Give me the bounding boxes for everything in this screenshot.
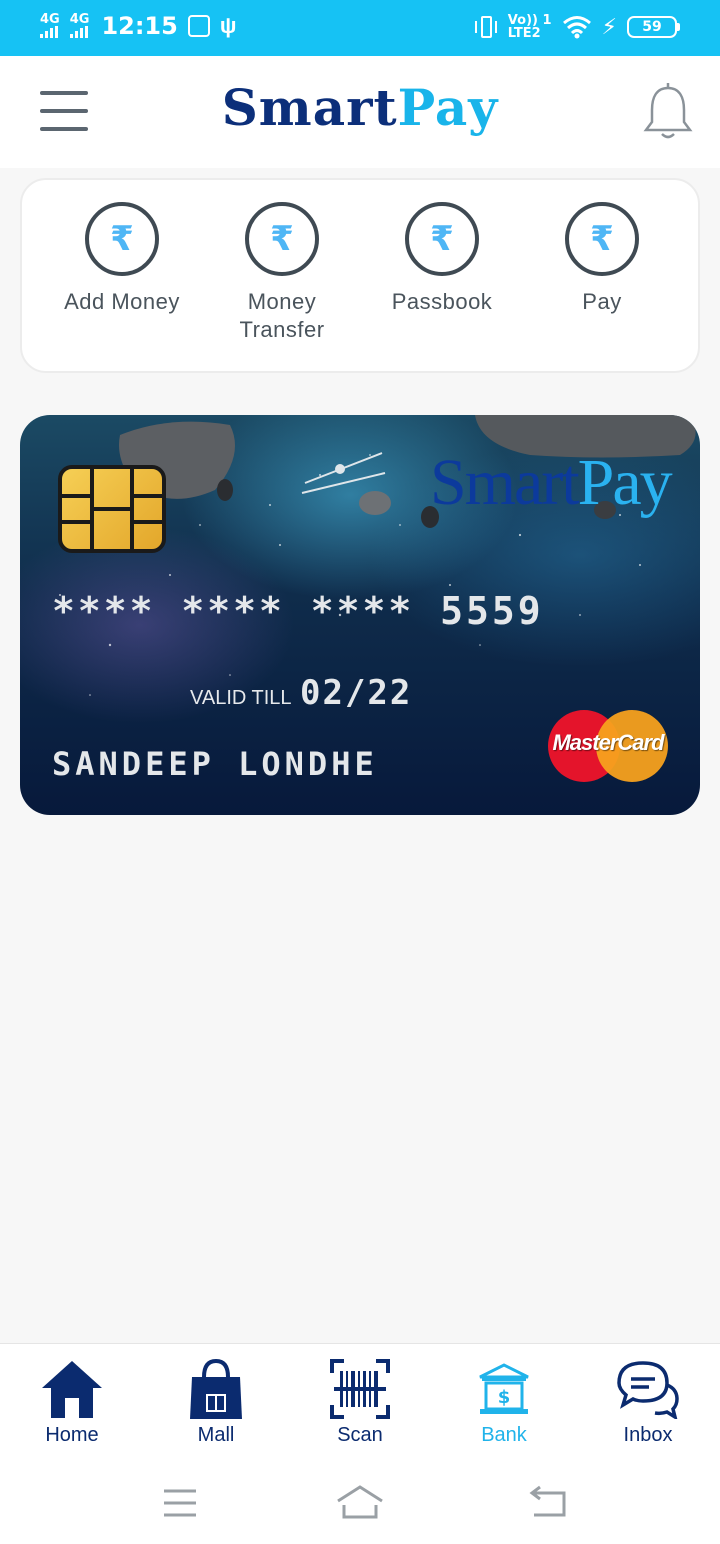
home-icon bbox=[42, 1361, 102, 1418]
pay-label: Pay bbox=[582, 289, 622, 314]
bottom-navigation: Home Mall Scan $ Bank Inbox bbox=[0, 1343, 720, 1463]
nav-scan[interactable]: Scan bbox=[288, 1356, 432, 1447]
signal-strength-icon-2: 4G bbox=[69, 13, 89, 38]
quick-actions-card: ₹ Add Money ₹ Money Transfer ₹ Passbook … bbox=[20, 178, 700, 373]
card-network-label: MasterCard bbox=[552, 730, 664, 755]
card-chip-icon bbox=[58, 465, 166, 553]
notification-app-icon bbox=[187, 15, 210, 37]
app-logo: SmartPay bbox=[221, 78, 499, 137]
usb-icon: ψ bbox=[219, 13, 237, 38]
rupee-icon: ₹ bbox=[405, 202, 479, 276]
battery-level: 59 bbox=[627, 16, 677, 38]
valid-till-label: VALID TILL bbox=[190, 687, 292, 709]
barcode-scan-icon bbox=[330, 1359, 390, 1419]
wifi-icon bbox=[562, 16, 591, 39]
nav-scan-label: Scan bbox=[337, 1424, 383, 1446]
rupee-icon: ₹ bbox=[245, 202, 319, 276]
system-navigation-bar bbox=[0, 1463, 720, 1544]
nav-mall[interactable]: Mall bbox=[144, 1356, 288, 1447]
app-header: SmartPay bbox=[0, 56, 720, 168]
money-transfer-label: Money Transfer bbox=[239, 289, 325, 342]
status-bar: 4G 4G 12:15 ψ Vo)) 1 LTE2 ⚡ 59 bbox=[0, 0, 720, 56]
home-system-icon[interactable] bbox=[330, 1481, 390, 1525]
cardholder-name: SANDEEP LONDHE bbox=[52, 745, 378, 783]
shopping-bag-icon bbox=[190, 1358, 242, 1419]
clock: 12:15 bbox=[101, 12, 178, 40]
rupee-icon: ₹ bbox=[565, 202, 639, 276]
vibrate-icon bbox=[474, 14, 498, 40]
pay-button[interactable]: ₹ Pay bbox=[522, 202, 682, 316]
add-money-button[interactable]: ₹ Add Money bbox=[42, 202, 202, 316]
signal-strength-icon: 4G bbox=[40, 13, 60, 38]
battery-icon: 59 bbox=[627, 16, 680, 38]
card-logo: SmartPay bbox=[430, 446, 673, 519]
nav-inbox[interactable]: Inbox bbox=[576, 1356, 720, 1447]
back-icon[interactable] bbox=[520, 1481, 580, 1525]
mastercard-logo: MasterCard bbox=[548, 710, 668, 782]
nav-bank[interactable]: $ Bank bbox=[432, 1356, 576, 1447]
nav-bank-label: Bank bbox=[481, 1424, 527, 1446]
chat-icon bbox=[617, 1361, 679, 1419]
charging-icon: ⚡ bbox=[601, 14, 617, 39]
add-money-label: Add Money bbox=[64, 289, 180, 314]
credit-card[interactable]: SmartPay **** **** **** 5559 VALID TILL … bbox=[20, 415, 700, 815]
card-number: **** **** **** 5559 bbox=[52, 589, 544, 633]
nav-home[interactable]: Home bbox=[0, 1356, 144, 1447]
rupee-icon: ₹ bbox=[85, 202, 159, 276]
nav-mall-label: Mall bbox=[197, 1424, 235, 1446]
nav-inbox-label: Inbox bbox=[623, 1424, 673, 1446]
passbook-label: Passbook bbox=[391, 289, 493, 314]
bank-icon: $ bbox=[479, 1363, 529, 1414]
bell-icon[interactable] bbox=[640, 82, 696, 142]
valid-till-value: 02/22 bbox=[300, 673, 413, 713]
recent-apps-icon[interactable] bbox=[150, 1481, 210, 1525]
passbook-button[interactable]: ₹ Passbook bbox=[362, 202, 522, 316]
money-transfer-button[interactable]: ₹ Money Transfer bbox=[202, 202, 362, 344]
volte-indicator: Vo)) 1 LTE2 bbox=[507, 13, 552, 41]
nav-home-label: Home bbox=[45, 1424, 99, 1446]
svg-text:$: $ bbox=[498, 1387, 511, 1408]
